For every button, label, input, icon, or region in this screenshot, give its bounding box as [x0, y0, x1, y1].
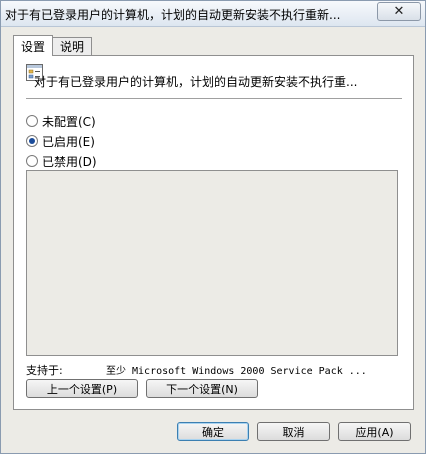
close-icon: ✕	[393, 4, 405, 19]
policy-title: 对于有已登录用户的计算机，计划的自动更新安装不执行重...	[34, 75, 358, 89]
close-button[interactable]: ✕	[377, 2, 421, 21]
next-setting-button[interactable]: 下一个设置(N)	[146, 379, 258, 398]
option-disabled[interactable]: 已禁用(D)	[26, 153, 97, 169]
ok-button[interactable]: 确定	[177, 422, 249, 441]
previous-setting-button[interactable]: 上一个设置(P)	[26, 379, 138, 398]
radio-label: 已禁用(D)	[42, 154, 97, 169]
divider	[26, 98, 402, 99]
settings-panel: 对于有已登录用户的计算机，计划的自动更新安装不执行重... 未配置(C) 已启用…	[13, 55, 414, 410]
options-area	[26, 170, 398, 356]
policy-dialog: 对于有已登录用户的计算机，计划的自动更新安装不执行重新... ✕ 设置 说明 对…	[0, 0, 426, 454]
window-title: 对于有已登录用户的计算机，计划的自动更新安装不执行重新...	[5, 8, 341, 22]
option-enabled[interactable]: 已启用(E)	[26, 133, 95, 149]
radio-enabled[interactable]	[26, 135, 38, 147]
radio-not-configured[interactable]	[26, 115, 38, 127]
radio-label: 已启用(E)	[42, 134, 95, 149]
tab-explain[interactable]: 说明	[52, 37, 93, 55]
radio-label: 未配置(C)	[42, 114, 96, 129]
tab-settings[interactable]: 设置	[13, 35, 54, 56]
radio-disabled[interactable]	[26, 155, 38, 167]
supported-on-value: 至少 Microsoft Windows 2000 Service Pack .…	[106, 366, 367, 377]
tab-strip: 设置 说明	[13, 35, 93, 56]
cancel-button[interactable]: 取消	[257, 422, 330, 441]
supported-on-label: 支持于:	[26, 364, 63, 377]
apply-button[interactable]: 应用(A)	[338, 422, 411, 441]
option-not-configured[interactable]: 未配置(C)	[26, 113, 96, 129]
title-bar: 对于有已登录用户的计算机，计划的自动更新安装不执行重新... ✕	[1, 1, 425, 27]
